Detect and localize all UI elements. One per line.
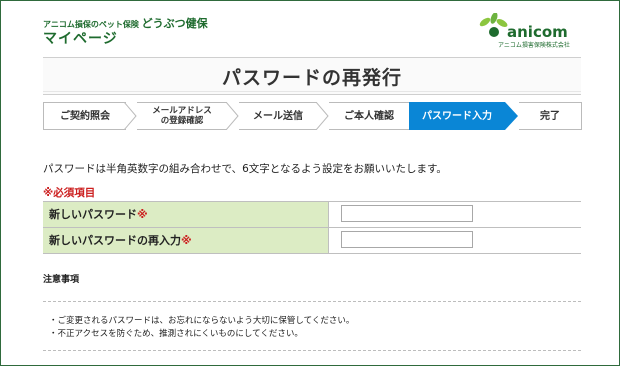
required-mark: ※ xyxy=(137,208,148,221)
step-password-entry: パスワード入力 xyxy=(409,102,505,130)
logo-word: anicom xyxy=(507,23,568,41)
new-password-label: 新しいパスワード※ xyxy=(43,202,328,227)
required-note: ※必須項目 xyxy=(43,187,96,199)
password-notice: パスワードは半角英数字の組み合わせで、6文字となるよう設定をお願いいたします。 xyxy=(43,163,447,175)
password-form: 新しいパスワード※ 新しいパスワードの再入力※ xyxy=(43,201,581,254)
header-title: マイページ xyxy=(43,31,118,47)
step-arrow-icon xyxy=(123,102,137,130)
confirm-password-input[interactable] xyxy=(341,231,473,248)
step-label: ご本人確認 xyxy=(344,110,394,122)
label-text: 新しいパスワード xyxy=(49,208,137,221)
logo-company-name: アニコム損害保険株式会社 xyxy=(498,42,570,49)
step-arrow-icon xyxy=(315,102,329,130)
required-mark: ※ xyxy=(181,234,192,247)
notes-title: 注意事項 xyxy=(43,275,80,285)
form-row-new-password: 新しいパスワード※ xyxy=(43,202,581,228)
input-cell xyxy=(328,228,582,253)
step-identity-check: ご本人確認 xyxy=(329,102,409,130)
paw-leaf-icon xyxy=(479,13,508,37)
notes-divider-top xyxy=(43,301,581,302)
page-frame: アニコム損保のペット保険 どうぶつ健保 マイページ anicom アニコム損害保… xyxy=(0,0,620,366)
anicom-logo: anicom アニコム損害保険株式会社 xyxy=(477,13,587,49)
step-email-registration: メールアドレス の登録確認 xyxy=(137,102,227,130)
active-step-arrow-icon xyxy=(505,102,518,130)
progress-steps: ご契約照会 メールアドレス の登録確認 メール送信 ご本人確認 パスワード入力 … xyxy=(43,102,582,130)
note-item: ・不正アクセスを防ぐため、推測されにくいものにしてください。 xyxy=(49,329,303,339)
step-label: パスワード入力 xyxy=(422,110,492,122)
title-underline xyxy=(43,91,581,92)
page-title-band: パスワードの再発行 xyxy=(43,57,581,95)
step-label: 完了 xyxy=(540,110,560,122)
step-complete: 完了 xyxy=(519,102,582,130)
form-row-confirm-password: 新しいパスワードの再入力※ xyxy=(43,228,581,254)
step-send-email: メール送信 xyxy=(239,102,317,130)
confirm-password-label: 新しいパスワードの再入力※ xyxy=(43,228,328,253)
step-label: メール送信 xyxy=(253,110,303,122)
header-brand: どうぶつ健保 xyxy=(141,17,208,30)
step-label: ご契約照会 xyxy=(60,110,110,122)
step-label: メールアドレス の登録確認 xyxy=(152,106,212,126)
notes-divider-bottom xyxy=(43,350,581,351)
note-item: ・ご変更されるパスワードは、お忘れにならないよう大切に保管してください。 xyxy=(49,316,355,326)
page-title: パスワードの再発行 xyxy=(221,67,402,89)
input-cell xyxy=(328,202,582,227)
step-arrow-icon xyxy=(225,102,239,130)
step-contract-inquiry: ご契約照会 xyxy=(43,102,126,130)
label-text: 新しいパスワードの再入力 xyxy=(49,234,181,247)
new-password-input[interactable] xyxy=(341,205,473,222)
